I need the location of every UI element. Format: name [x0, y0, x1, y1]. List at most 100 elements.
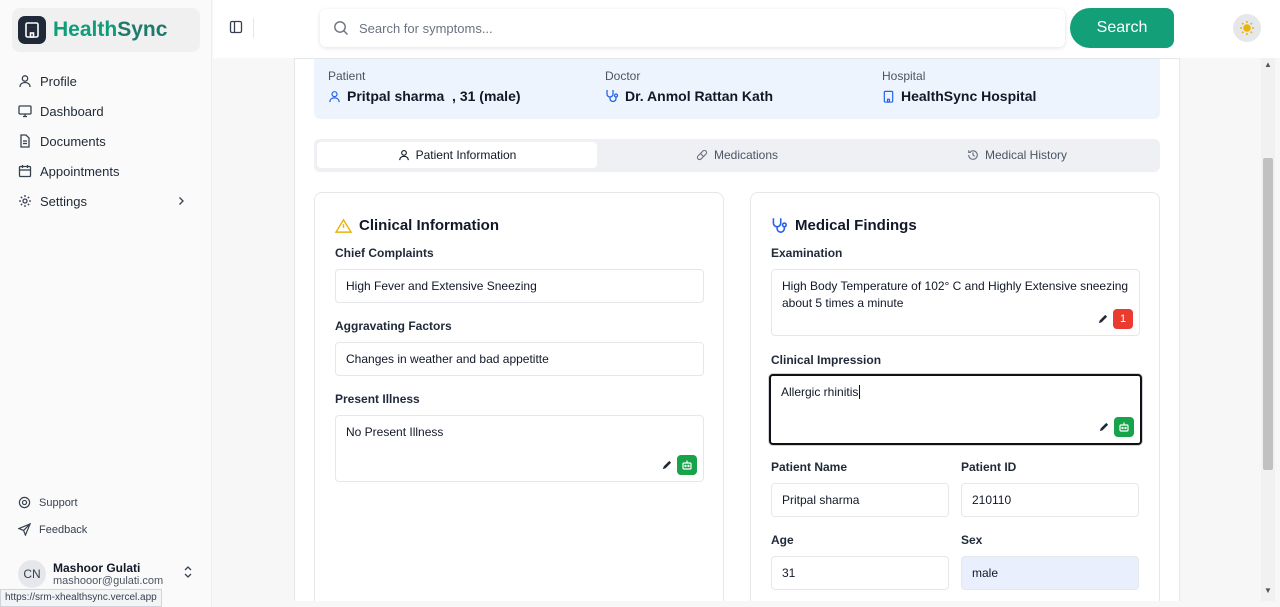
hospital-summary: Hospital HealthSync Hospital — [882, 69, 1036, 104]
examination-textarea[interactable]: High Body Temperature of 102° C and High… — [771, 269, 1140, 336]
status-bar-url: https://srm-xhealthsync.vercel.app — [0, 589, 162, 607]
tab-label: Medical History — [984, 148, 1068, 162]
aggravating-factors-field[interactable]: Changes in weather and bad appetitte — [335, 342, 704, 376]
lifebuoy-icon — [18, 496, 31, 509]
sun-icon — [1240, 21, 1254, 35]
user-icon — [19, 75, 31, 88]
sidebar-item-support[interactable]: Support — [18, 489, 87, 516]
user-email: mashooor@gulati.com — [53, 575, 164, 587]
patient-record-card: Patient Pritpal sharma , 31 (male) Docto… — [294, 58, 1180, 601]
tab-medications[interactable]: Medications — [597, 142, 877, 168]
field-value: 210110 — [972, 493, 1012, 507]
panel-title-text: Medical Findings — [795, 217, 917, 234]
issue-count-badge[interactable]: 1 — [1113, 309, 1133, 329]
sidebar: HealthSync Profile Dashboard Documents A… — [0, 0, 212, 607]
search-button[interactable]: Search — [1070, 8, 1174, 48]
chief-complaints-field[interactable]: High Fever and Extensive Sneezing — [335, 269, 704, 303]
patient-value-row: Pritpal sharma , 31 (male) — [328, 88, 521, 104]
pen-icon[interactable] — [1093, 310, 1111, 328]
calendar-icon — [18, 165, 32, 178]
tab-label: Medications — [713, 148, 779, 162]
field-value: 31 — [782, 566, 796, 580]
medical-findings-panel: Medical Findings Examination High Body T… — [750, 192, 1160, 601]
textarea-tools — [1094, 417, 1134, 437]
sidebar-toggle-button[interactable] — [229, 20, 243, 39]
user-icon — [329, 90, 340, 102]
tab-medical-history[interactable]: Medical History — [877, 142, 1157, 168]
robot-assistant-icon[interactable] — [677, 455, 697, 475]
doctor-value-row: Dr. Anmol Rattan Kath — [605, 88, 773, 104]
document-icon — [20, 134, 30, 148]
warning-triangle-icon — [335, 218, 352, 233]
textarea-value: High Body Temperature of 102° C and High… — [782, 279, 1129, 310]
present-illness-label: Present Illness — [335, 392, 420, 406]
hospital-value: HealthSync Hospital — [901, 88, 1037, 104]
panel-left-icon — [229, 20, 243, 34]
sidebar-item-label: Settings — [40, 193, 87, 209]
patient-value: Pritpal sharma , 31 (male) — [347, 88, 521, 104]
search-bar — [320, 9, 1065, 47]
panel-title-text: Clinical Information — [359, 217, 500, 234]
chief-complaints-label: Chief Complaints — [335, 246, 434, 260]
present-illness-textarea[interactable]: No Present Illness — [335, 415, 704, 482]
tab-patient-information[interactable]: Patient Information — [317, 142, 597, 168]
patient-name-label: Patient Name — [771, 460, 848, 474]
theme-toggle-button[interactable] — [1233, 14, 1261, 42]
brand-logo-block[interactable]: HealthSync — [12, 8, 200, 52]
medical-findings-title: Medical Findings — [771, 217, 917, 234]
scroll-up-arrow[interactable]: ▲ — [1264, 60, 1272, 69]
clinical-information-panel: Clinical Information Chief Complaints Hi… — [314, 192, 724, 601]
patient-name-field[interactable]: Pritpal sharma — [771, 483, 949, 517]
sidebar-item-dashboard[interactable]: Dashboard — [18, 96, 200, 126]
user-menu[interactable]: CN Mashoor Gulati mashooor@gulati.com — [18, 556, 198, 592]
doctor-label: Doctor — [605, 69, 641, 83]
main-scrollbar[interactable]: ▲ ▼ — [1261, 58, 1275, 601]
text-cursor — [859, 385, 861, 399]
send-icon — [18, 523, 31, 536]
sidebar-item-label: Appointments — [40, 163, 120, 179]
record-tabs: Patient Information Medications Medical … — [314, 139, 1160, 172]
field-value: male — [972, 566, 999, 580]
hospital-value-row: HealthSync Hospital — [882, 88, 1036, 104]
clinical-impression-textarea[interactable]: Allergic rhinitis — [769, 374, 1142, 445]
hospital-logo-icon — [18, 16, 46, 44]
field-value: High Fever and Extensive Sneezing — [346, 279, 537, 293]
scroll-thumb[interactable] — [1263, 158, 1273, 470]
pen-icon[interactable] — [1094, 418, 1112, 436]
stethoscope-icon — [772, 218, 787, 233]
sidebar-item-label: Dashboard — [40, 103, 104, 119]
age-field[interactable]: 31 — [771, 556, 949, 590]
clinical-impression-label: Clinical Impression — [771, 353, 882, 367]
sidebar-item-settings[interactable]: Settings — [18, 186, 200, 216]
sidebar-item-appointments[interactable]: Appointments — [18, 156, 200, 186]
chevron-right-icon — [179, 197, 184, 205]
sidebar-item-profile[interactable]: Profile — [18, 66, 200, 96]
patient-summary-band: Patient Pritpal sharma , 31 (male) Docto… — [314, 59, 1160, 119]
clinical-information-title: Clinical Information — [335, 217, 499, 234]
search-input[interactable] — [359, 20, 1009, 36]
sidebar-nav: Profile Dashboard Documents Appointments… — [18, 66, 200, 216]
textarea-tools — [657, 455, 697, 475]
sidebar-item-label: Support — [39, 496, 78, 509]
divider — [253, 18, 254, 38]
user-icon — [398, 149, 409, 161]
doctor-summary: Doctor Dr. Anmol Rattan Kath — [605, 69, 773, 104]
field-value: Pritpal sharma — [782, 493, 860, 507]
hospital-label: Hospital — [882, 69, 926, 83]
doctor-value: Dr. Anmol Rattan Kath — [625, 88, 774, 104]
pen-icon[interactable] — [657, 456, 675, 474]
sidebar-item-label: Feedback — [39, 523, 88, 536]
sidebar-item-feedback[interactable]: Feedback — [18, 516, 87, 543]
monitor-icon — [18, 105, 32, 118]
textarea-value: No Present Illness — [346, 425, 444, 439]
patient-id-field[interactable]: 210110 — [961, 483, 1139, 517]
scroll-down-arrow[interactable]: ▼ — [1264, 586, 1272, 595]
patient-label: Patient — [328, 69, 366, 83]
sex-field[interactable]: male — [961, 556, 1139, 590]
pill-icon — [696, 149, 708, 161]
history-icon — [968, 150, 978, 160]
robot-assistant-icon[interactable] — [1114, 417, 1134, 437]
tab-label: Patient Information — [415, 148, 517, 162]
sidebar-item-documents[interactable]: Documents — [18, 126, 200, 156]
aggravating-factors-label: Aggravating Factors — [335, 319, 452, 333]
